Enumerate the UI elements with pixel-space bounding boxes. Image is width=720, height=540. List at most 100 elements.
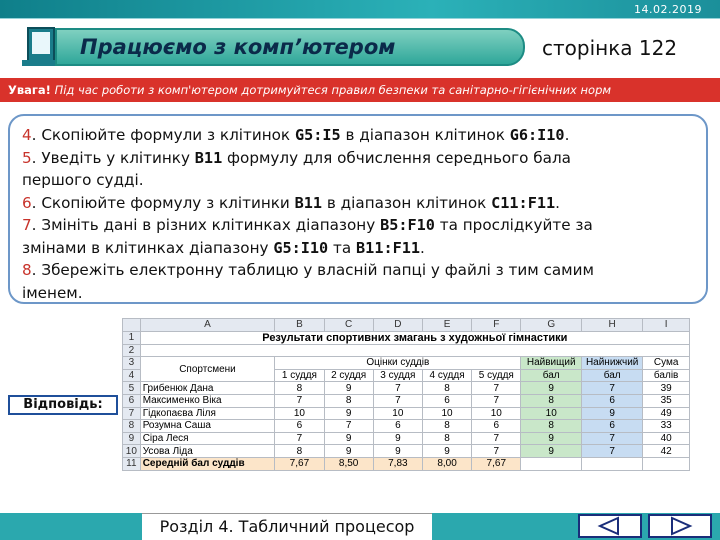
header-best-1[interactable]: Найвищий (520, 356, 583, 370)
empty-cell[interactable] (520, 456, 583, 471)
cell[interactable]: 9 (372, 431, 423, 446)
cell-name[interactable]: Максименко Віка (139, 393, 276, 408)
cell-low[interactable]: 6 (581, 393, 644, 408)
cell[interactable]: 8 (274, 444, 325, 458)
header-judge-5[interactable]: 5 суддя (471, 368, 522, 383)
cell-best[interactable]: 9 (520, 381, 583, 395)
row-header: 6 (122, 393, 141, 408)
cell[interactable]: 7 (274, 393, 325, 408)
cell-sum[interactable]: 35 (642, 393, 690, 408)
task-line-7: 7. Змініть дані в різних клітинках діапа… (22, 214, 694, 237)
header-sum-1[interactable]: Сума (642, 356, 690, 370)
column-header-c[interactable]: C (323, 318, 374, 332)
cell-low[interactable]: 9 (581, 406, 644, 421)
header-scores[interactable]: Оцінки суддів (274, 356, 522, 370)
previous-slide-button[interactable] (578, 514, 642, 538)
header-judge-1[interactable]: 1 суддя (274, 368, 325, 383)
cell-average[interactable]: 7,67 (471, 456, 522, 471)
cell[interactable]: 8 (421, 419, 473, 433)
step-number: 4 (22, 126, 32, 144)
header-sportsmen[interactable]: Спортсмени (139, 356, 276, 383)
cell[interactable]: 10 (421, 406, 473, 421)
column-header-b[interactable]: B (274, 318, 325, 332)
task-line-5: 5. Уведіть у клітинку B11 формулу для об… (22, 147, 694, 170)
cell-average[interactable]: 8,00 (421, 456, 473, 471)
header-judge-4[interactable]: 4 суддя (421, 368, 473, 383)
cell-average-label[interactable]: Середній бал суддів (139, 456, 276, 471)
cell-sum[interactable]: 33 (642, 419, 690, 433)
cell-range: C11:F11 (491, 193, 556, 212)
column-header-g[interactable]: G (520, 318, 583, 332)
column-header-d[interactable]: D (372, 318, 423, 332)
cell-ref: B11 (194, 148, 223, 167)
table-title[interactable]: Результати спортивних змагань з художньо… (139, 330, 691, 345)
cell-sum[interactable]: 49 (642, 406, 690, 421)
cell[interactable]: 7 (471, 381, 522, 395)
cell-low[interactable]: 7 (581, 431, 644, 446)
cell-best[interactable]: 8 (520, 419, 583, 433)
column-header-e[interactable]: E (421, 318, 473, 332)
column-header-h[interactable]: H (581, 318, 644, 332)
task-line-8: 8. Збережіть електронну таблицю у власні… (22, 259, 694, 282)
cell-best[interactable]: 10 (520, 406, 583, 421)
cell[interactable]: 7 (372, 393, 423, 408)
cell-name[interactable]: Гідкопаєва Ліля (139, 406, 276, 421)
cell[interactable]: 8 (274, 381, 325, 395)
cell[interactable]: 9 (323, 431, 374, 446)
cell-name[interactable]: Усова Ліда (139, 444, 276, 458)
cell[interactable]: 8 (323, 393, 374, 408)
header-judge-2[interactable]: 2 суддя (323, 368, 374, 383)
cell[interactable]: 9 (421, 444, 473, 458)
empty-cell[interactable] (581, 456, 644, 471)
cell[interactable]: 7 (471, 431, 522, 446)
table-row: 3 Спортсмени Оцінки суддів Найвищий Найн… (122, 356, 690, 383)
cell-sum[interactable]: 40 (642, 431, 690, 446)
cell-sum[interactable]: 39 (642, 381, 690, 395)
cell[interactable]: 8 (421, 381, 473, 395)
cell[interactable]: 6 (372, 419, 423, 433)
cell-average[interactable]: 8,50 (323, 456, 374, 471)
cell[interactable]: 10 (372, 406, 423, 421)
task-line-6: 6. Скопіюйте формулу з клітинки B11 в ді… (22, 192, 694, 215)
cell[interactable]: 7 (471, 444, 522, 458)
cell[interactable]: 9 (323, 381, 374, 395)
cell-best[interactable]: 9 (520, 431, 583, 446)
cell-average[interactable]: 7,67 (274, 456, 325, 471)
cell-best[interactable]: 9 (520, 444, 583, 458)
cell-average[interactable]: 7,83 (372, 456, 423, 471)
cell-best[interactable]: 8 (520, 393, 583, 408)
cell-sum[interactable]: 42 (642, 444, 690, 458)
cell-low[interactable]: 6 (581, 419, 644, 433)
cell[interactable]: 9 (372, 444, 423, 458)
column-header-f[interactable]: F (471, 318, 522, 332)
cell-name[interactable]: Сіра Леся (139, 431, 276, 446)
cell[interactable]: 9 (323, 444, 374, 458)
cell-name[interactable]: Грибенюк Дана (139, 381, 276, 395)
cell[interactable]: 6 (471, 419, 522, 433)
cell-name[interactable]: Розумна Саша (139, 419, 276, 433)
next-slide-button[interactable] (648, 514, 712, 538)
cell[interactable]: 7 (323, 419, 374, 433)
cell[interactable]: 6 (274, 419, 325, 433)
header-best-2[interactable]: бал (520, 368, 583, 383)
column-header-i[interactable]: I (642, 318, 690, 332)
empty-cell[interactable] (139, 343, 691, 358)
cell[interactable]: 9 (323, 406, 374, 421)
header-judge-3[interactable]: 3 суддя (372, 368, 423, 383)
cell[interactable]: 7 (372, 381, 423, 395)
cell[interactable]: 7 (274, 431, 325, 446)
header-low-2[interactable]: бал (581, 368, 644, 383)
empty-cell[interactable] (642, 456, 690, 471)
cell[interactable]: 6 (421, 393, 473, 408)
header-sum-2[interactable]: балів (642, 368, 690, 383)
header-low-1[interactable]: Найнижчий (581, 356, 644, 370)
cell-low[interactable]: 7 (581, 444, 644, 458)
cell[interactable]: 7 (471, 393, 522, 408)
cell-low[interactable]: 7 (581, 381, 644, 395)
page-title: Працюємо з комп’ютером (80, 35, 396, 59)
cell-range: B11:F11 (356, 238, 421, 257)
cell[interactable]: 10 (471, 406, 522, 421)
column-header-a[interactable]: A (139, 318, 276, 332)
cell[interactable]: 8 (421, 431, 473, 446)
cell[interactable]: 10 (274, 406, 325, 421)
